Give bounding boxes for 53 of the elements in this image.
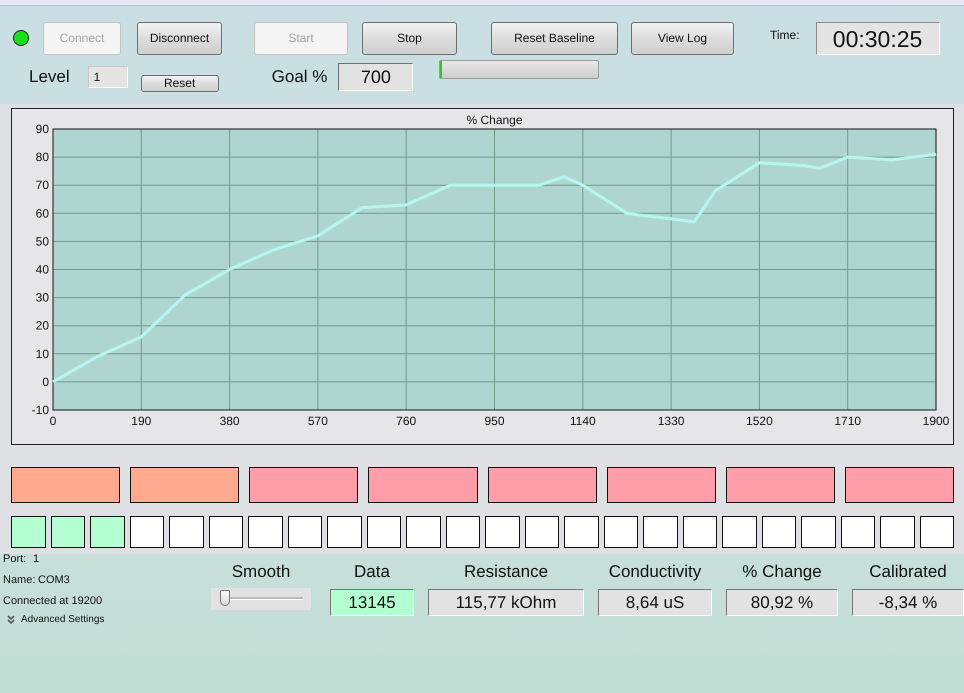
- readout-label: Resistance: [464, 562, 548, 583]
- chart-title: % Change: [466, 113, 523, 127]
- info-value: 1: [33, 552, 40, 564]
- y-tick-label: 30: [36, 290, 49, 305]
- y-tick-label: 90: [36, 122, 49, 136]
- smooth-label: Smooth: [232, 562, 290, 583]
- goal-field[interactable]: 700: [338, 63, 414, 91]
- x-tick-label: 0: [50, 414, 56, 428]
- y-tick-label: -10: [32, 403, 49, 417]
- readout-value: 8,64 uS: [598, 589, 712, 616]
- y-tick-label: 20: [36, 318, 49, 333]
- readout-label: % Change: [742, 562, 822, 583]
- y-tick-label: 50: [36, 234, 49, 248]
- advanced-settings-link[interactable]: Advanced Settings: [21, 614, 104, 625]
- info-label: Name:: [3, 574, 36, 586]
- x-tick-label: 1520: [746, 414, 773, 428]
- time-display: 00:30:25: [816, 22, 940, 54]
- y-tick-label: 80: [36, 150, 49, 164]
- toolbar-button[interactable]: Reset Baseline: [491, 22, 618, 54]
- info-label: Port:: [3, 552, 28, 564]
- x-tick-label: 1140: [570, 414, 596, 428]
- x-tick-label: 950: [484, 414, 505, 428]
- x-tick-label: 760: [396, 414, 416, 428]
- goal-label: Goal %: [272, 67, 328, 87]
- toolbar-button[interactable]: Disconnect: [137, 22, 222, 54]
- readout-value: 115,77 kOhm: [428, 589, 584, 616]
- y-tick-label: 10: [36, 346, 49, 361]
- connection-status: Connected at 19200: [3, 594, 104, 609]
- x-tick-label: 380: [220, 414, 240, 428]
- y-tick-label: 60: [36, 206, 49, 220]
- double-chevron-icon[interactable]: [7, 615, 15, 624]
- x-tick-label: 1900: [922, 414, 950, 428]
- y-tick-label: 70: [36, 178, 49, 192]
- level-field[interactable]: 1: [88, 66, 128, 88]
- readout-label: Conductivity: [608, 562, 702, 583]
- x-tick-label: 1710: [834, 414, 862, 428]
- y-tick-label: 0: [42, 374, 49, 389]
- readout-value: -8,34 %: [852, 589, 964, 616]
- readout-label: Calibrated: [869, 562, 947, 583]
- reset-button[interactable]: Reset: [140, 74, 219, 92]
- time-label: Time:: [770, 28, 800, 42]
- readout-value: 80,92 %: [726, 589, 838, 616]
- x-tick-label: 190: [131, 414, 152, 428]
- info-value: COM3: [38, 574, 70, 586]
- readout-label: Data: [354, 562, 390, 583]
- x-tick-label: 570: [308, 414, 328, 428]
- y-tick-label: 40: [36, 262, 49, 276]
- smooth-slider[interactable]: [211, 588, 311, 610]
- x-tick-label: 1330: [658, 414, 684, 428]
- toolbar-button[interactable]: Stop: [362, 22, 457, 54]
- level-label: Level: [29, 67, 70, 87]
- readout-value: 13145: [330, 589, 414, 616]
- toolbar-button[interactable]: View Log: [631, 22, 734, 54]
